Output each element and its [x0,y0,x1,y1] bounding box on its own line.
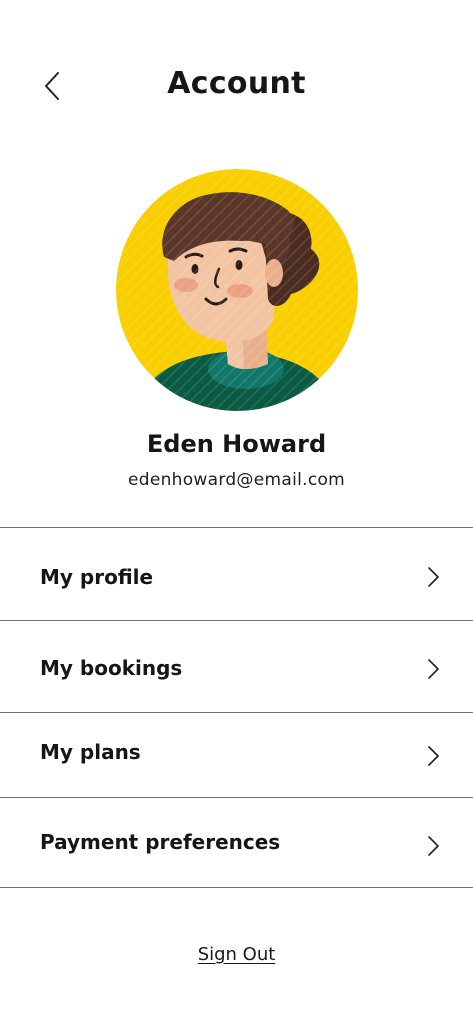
menu-item-my-profile[interactable]: My profile [0,528,473,621]
sign-out-link[interactable]: Sign Out [198,944,276,965]
chevron-right-icon [428,746,439,766]
sign-out-container: Sign Out [0,944,473,965]
chevron-right-icon [428,659,439,679]
chevron-right-icon [428,567,439,587]
menu-item-label: My plans [40,740,141,764]
user-email: edenhoward@email.com [127,470,346,490]
account-menu: My profile My bookings My plans Payment … [0,527,473,888]
header: Account [0,0,473,175]
menu-item-label: Payment preferences [40,830,281,854]
chevron-right-icon [428,836,439,856]
menu-item-payment-preferences[interactable]: Payment preferences [0,798,473,888]
menu-item-my-plans[interactable]: My plans [0,713,473,798]
menu-item-my-bookings[interactable]: My bookings [0,621,473,713]
page-title: Account [167,66,306,101]
menu-item-label: My profile [40,565,154,589]
menu-item-label: My bookings [40,656,183,680]
user-avatar-illustration [116,169,358,411]
avatar [116,169,358,411]
user-name: Eden Howard [146,430,327,458]
